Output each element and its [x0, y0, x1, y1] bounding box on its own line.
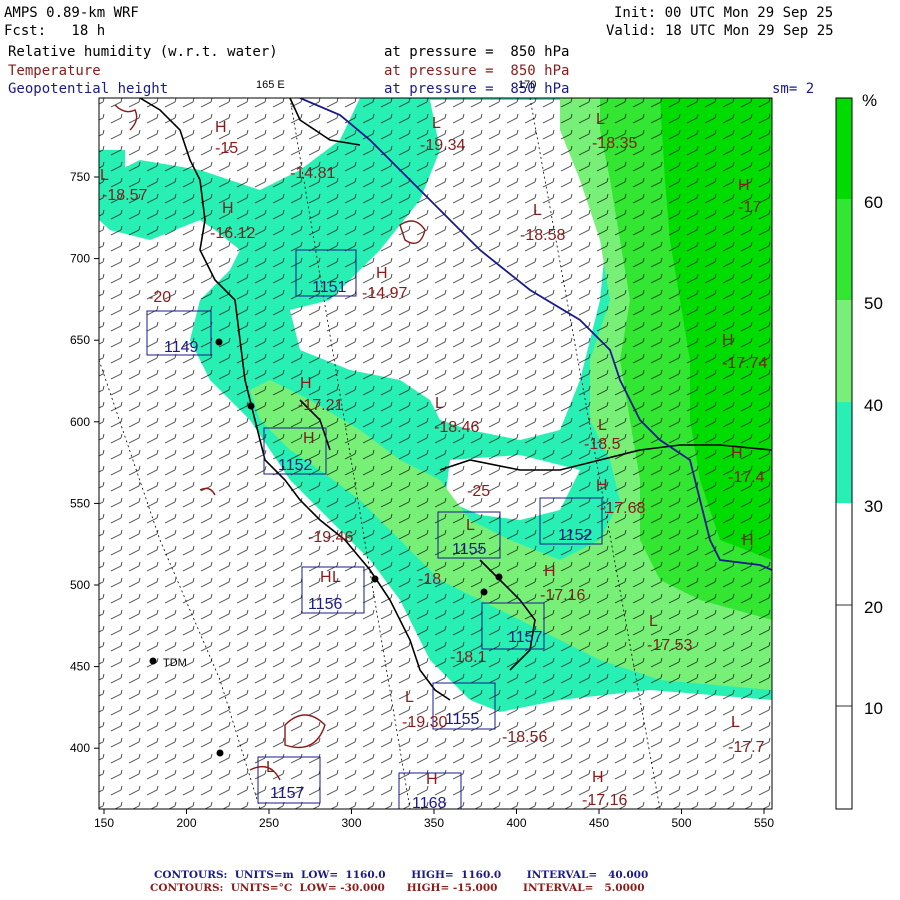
x-tick-label: 200 — [176, 816, 196, 830]
height-value: 1152 — [278, 457, 313, 474]
temp-value: -17.74 — [722, 355, 767, 372]
plot-area — [99, 98, 772, 809]
low-label: L — [649, 613, 658, 630]
x-tick-label: 450 — [589, 816, 609, 830]
temp-value: -18.56 — [502, 729, 547, 746]
temp-value: -19.46 — [308, 529, 353, 546]
x-tick-label: 550 — [754, 816, 774, 830]
high-label: H — [742, 532, 754, 549]
high-label: H — [300, 375, 312, 392]
temp-value: -14.97 — [362, 285, 407, 302]
y-tick-label: 450 — [70, 660, 90, 674]
temp-value: -17.21 — [298, 397, 343, 414]
temp-value: -16.12 — [210, 225, 255, 242]
colorbar-label: 40 — [864, 396, 883, 415]
temp-value: -14.81 — [290, 165, 335, 182]
temp-value: -18.1 — [450, 649, 487, 666]
temp-value: -19.34 — [420, 137, 465, 154]
temp-value: -17.16 — [582, 792, 627, 809]
y-tick-label: 400 — [70, 741, 90, 755]
x-axis: 150 200 250 300 350 400 450 500 550 — [94, 809, 774, 830]
temp-value: -20 — [148, 289, 171, 306]
high-label: H — [544, 563, 556, 580]
colorbar-30-40 — [836, 402, 852, 503]
temp-value: -18.46 — [434, 419, 479, 436]
height-value: 1151 — [312, 279, 347, 296]
high-label: H — [731, 445, 743, 462]
temp-value: -18.57 — [102, 187, 147, 204]
high-label: H — [303, 430, 315, 447]
colorbar: % 60 50 40 30 20 10 — [835, 91, 883, 810]
low-label: L — [533, 202, 542, 219]
temp-value: -18.35 — [592, 135, 637, 152]
x-tick-label: 350 — [424, 816, 444, 830]
y-tick-label: 750 — [70, 170, 90, 184]
x-tick-label: 150 — [94, 816, 114, 830]
colorbar-label: 20 — [864, 598, 883, 617]
high-label: H — [320, 569, 332, 586]
low-label: L — [405, 689, 414, 706]
low-label: L — [596, 111, 605, 128]
y-tick-label: 500 — [70, 578, 90, 592]
low-label: L — [332, 569, 341, 586]
y-tick-label: 550 — [70, 496, 90, 510]
height-value: 1149 — [164, 339, 199, 356]
height-value: 1168 — [412, 795, 447, 812]
x-tick-label: 300 — [341, 816, 361, 830]
temp-value: -18.5 — [584, 436, 621, 453]
colorbar-label: 10 — [864, 699, 883, 718]
high-label: H — [592, 769, 604, 786]
height-value: 1156 — [308, 596, 343, 613]
high-label: H — [426, 771, 438, 788]
height-value: 1157 — [270, 785, 305, 802]
x-tick-label: 400 — [506, 816, 526, 830]
colorbar-50-60 — [836, 199, 852, 300]
high-label: H — [222, 200, 234, 217]
map-plot: H -15 -14.81 H -16.12 L -19.34 L -18.35 … — [70, 91, 883, 830]
temp-value: -18 — [418, 571, 441, 588]
low-label: L — [432, 115, 441, 132]
low-label: L — [598, 417, 607, 434]
y-axis: 750 700 650 600 550 500 450 400 — [70, 170, 99, 755]
colorbar-label: 60 — [864, 193, 883, 212]
temp-value: -25 — [467, 483, 490, 500]
colorbar-unit: % — [862, 91, 877, 110]
height-value: 1155 — [445, 711, 480, 728]
colorbar-lt30 — [836, 503, 852, 809]
low-label: L — [435, 395, 444, 412]
high-label: H — [215, 119, 227, 136]
place-label-tdm: TDM — [163, 657, 187, 669]
high-label: H — [376, 265, 388, 282]
high-label: H — [738, 177, 750, 194]
temp-value: -17.68 — [600, 500, 645, 517]
temp-value: -17.53 — [647, 637, 692, 654]
high-label: H — [596, 477, 608, 494]
temp-value: -19.30 — [402, 714, 447, 731]
y-tick-label: 600 — [70, 415, 90, 429]
x-tick-label: 250 — [259, 816, 279, 830]
high-label: H — [722, 332, 734, 349]
y-tick-label: 650 — [70, 333, 90, 347]
y-tick-label: 700 — [70, 252, 90, 266]
low-label: L — [731, 714, 740, 731]
height-value: 1152 — [558, 527, 593, 544]
low-label: L — [100, 167, 109, 184]
temp-value: -17 — [738, 199, 761, 216]
height-value: 1155 — [452, 541, 487, 558]
colorbar-label: 30 — [864, 497, 883, 516]
height-contour-info: CONTOURS: UNITS=m LOW= 1160.0 HIGH= 1160… — [154, 869, 649, 881]
colorbar-40-50 — [836, 300, 852, 402]
temp-value: -18.58 — [520, 227, 565, 244]
low-label: L — [466, 517, 475, 534]
temp-contour-info: CONTOURS: UNITS=°C LOW= -30.000 HIGH= -1… — [150, 882, 645, 894]
x-tick-label: 500 — [671, 816, 691, 830]
height-value: 1157 — [508, 629, 543, 646]
temp-value: -17.16 — [540, 587, 585, 604]
temp-value: -17.4 — [728, 469, 765, 486]
temp-value: -17.7 — [728, 739, 765, 756]
colorbar-label: 50 — [864, 294, 883, 313]
low-label: L — [266, 759, 275, 776]
colorbar-gt60 — [836, 98, 852, 199]
temp-value: -15 — [215, 140, 238, 157]
